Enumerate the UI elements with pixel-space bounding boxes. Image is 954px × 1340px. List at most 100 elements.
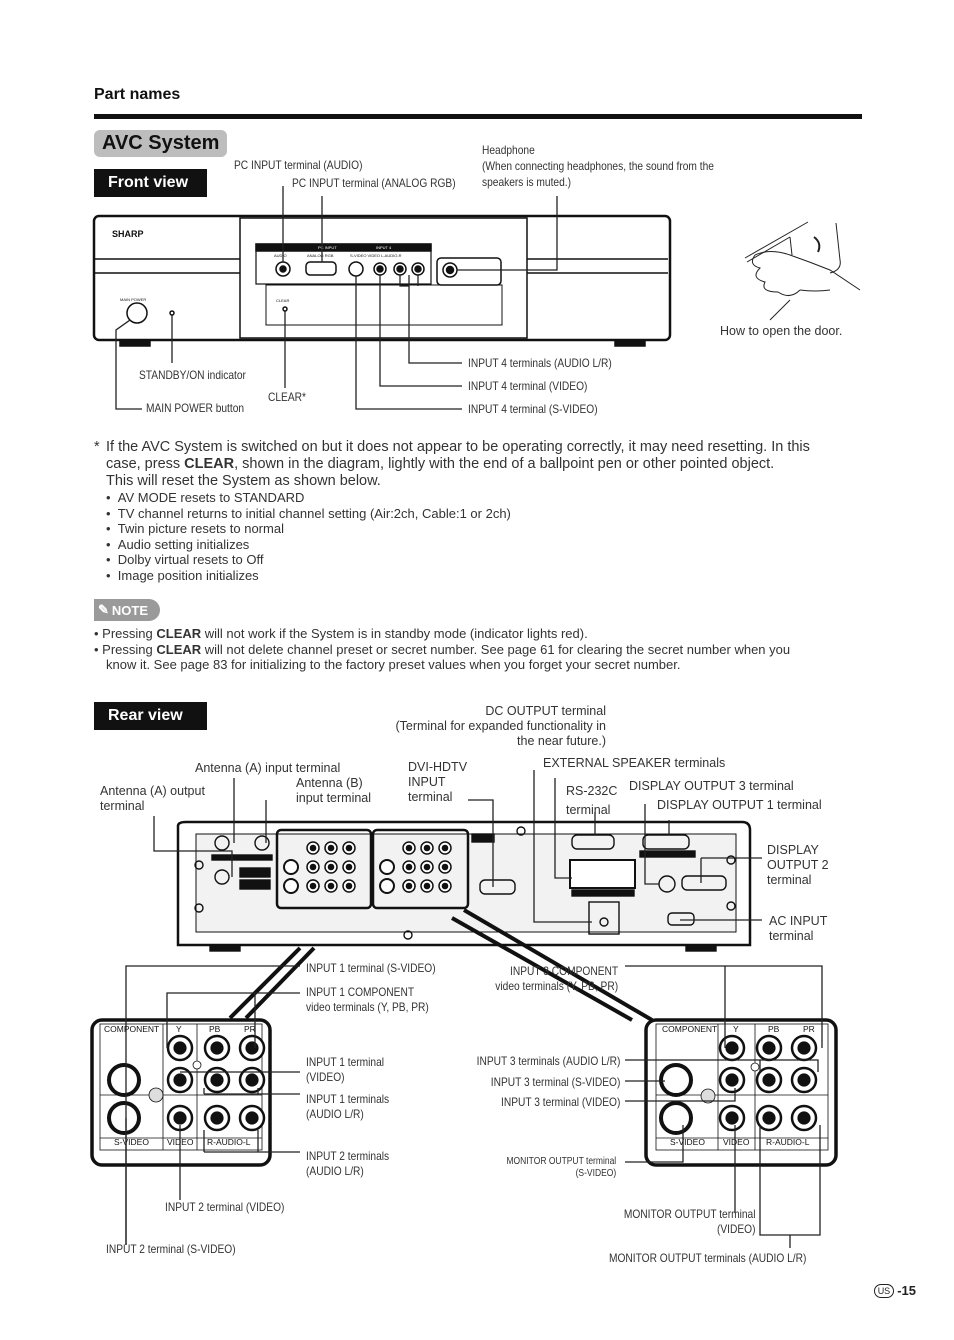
svg-text:INPUT 4: INPUT 4 (376, 245, 392, 250)
rca-jack-icon (203, 1066, 231, 1094)
rca-jack-icon (755, 1066, 783, 1094)
label-input4-video: INPUT 4 terminal (VIDEO) (468, 379, 588, 393)
rca-jack-icon (166, 1066, 194, 1094)
reset-line-2: case, press CLEAR, shown in the diagram,… (106, 456, 866, 473)
svg-text:S-VIDEO VIDEO L-AUDIO-R: S-VIDEO VIDEO L-AUDIO-R (350, 253, 402, 258)
svg-text:Y: Y (176, 1024, 182, 1034)
rca-jack-icon (420, 841, 434, 855)
detail-right-text: COMPONENT Y PB PR S-VIDEO VIDEO R-AUDIO-L (662, 1024, 815, 1147)
label-input3-audio: INPUT 3 terminals (AUDIO L/R) (476, 1054, 621, 1068)
rca-jack-icon (238, 1066, 266, 1094)
note-item: • Pressing CLEAR will not work if the Sy… (94, 626, 588, 641)
rca-jack-icon (755, 1034, 783, 1062)
reset-line-1: If the AVC System is switched on but it … (106, 439, 810, 455)
label-clear-button: CLEAR* (268, 390, 306, 404)
detail-right-jacks (659, 1034, 818, 1135)
rca-jack-icon (718, 1066, 746, 1094)
label-input2-svideo: INPUT 2 terminal (S-VIDEO) (106, 1242, 236, 1256)
label-ac-input: AC INPUT terminal (769, 914, 828, 943)
svg-text:PR: PR (803, 1024, 815, 1034)
rca-jack-icon (420, 860, 434, 874)
svg-text:VIDEO: VIDEO (723, 1137, 750, 1147)
label-display-output-1: DISPLAY OUTPUT 1 terminal (657, 798, 822, 812)
svg-text:ANALOG RGB: ANALOG RGB (307, 253, 334, 258)
detail-left-jacks (107, 1034, 266, 1135)
reset-bullet: • Twin picture resets to normal (106, 521, 284, 536)
svg-text:CLEAR: CLEAR (276, 298, 289, 303)
label-monitor-output-audio: MONITOR OUTPUT terminals (AUDIO L/R) (609, 1251, 807, 1265)
page-number-text: -15 (897, 1283, 916, 1298)
s-video-jack-icon (283, 859, 299, 875)
detail-left-panel (90, 946, 316, 1167)
note-item: • Pressing CLEAR will not delete channel… (94, 641, 791, 657)
label-headphone-note-1: (When connecting headphones, the sound f… (482, 159, 714, 173)
rear-panel-jacks (283, 841, 452, 894)
rca-jack-icon (342, 879, 356, 893)
rca-jack-icon (306, 879, 320, 893)
label-display-output-2: DISPLAY OUTPUT 2 terminal (767, 843, 829, 887)
rca-jack-icon (438, 860, 452, 874)
label-input3-svideo: INPUT 3 terminal (S-VIDEO) (490, 1075, 621, 1089)
rca-jack-icon (342, 860, 356, 874)
reset-line-2-pre: case, press (106, 456, 185, 472)
reset-line-2-post: , shown in the diagram, lightly with the… (234, 456, 775, 472)
reset-bullet: • Image position initializes (106, 567, 259, 583)
rca-jack-icon (790, 1104, 818, 1132)
s-video-jack-icon (379, 878, 395, 894)
reset-paragraph: If the AVC System is switched on but it … (106, 439, 866, 490)
reset-line-3: This will reset the System as shown belo… (106, 473, 381, 489)
rca-jack-icon (402, 860, 416, 874)
note-badge: ✎ NOTE (94, 599, 160, 621)
label-antenna-a-output: Antenna (A) output terminal (100, 784, 205, 813)
rca-jack-icon (324, 860, 338, 874)
front-panel-device (92, 214, 672, 347)
section-title: Part names (94, 86, 181, 103)
reset-bullet: • Audio setting initializes (106, 536, 250, 552)
label-pc-input-audio: PC INPUT terminal (AUDIO) (234, 158, 363, 172)
rca-jack-icon (718, 1034, 746, 1062)
label-headphone-note-2: speakers is muted.) (482, 175, 572, 189)
rca-jack-icon (306, 860, 320, 874)
label-input3-component: INPUT 3 COMPONENT video terminals (Y, PB,… (495, 964, 619, 993)
label-input4-audio: INPUT 4 terminals (AUDIO L/R) (468, 356, 612, 370)
svg-text:PB: PB (768, 1024, 780, 1034)
asterisk-mark: * (94, 439, 100, 455)
front-device-text: SHARP MAIN POWER PC INPUT INPUT 4 AUDIO … (112, 229, 402, 303)
svg-text:S-VIDEO: S-VIDEO (670, 1137, 705, 1147)
paperclip-icon: ✎ (98, 602, 109, 617)
label-input2-video: INPUT 2 terminal (VIDEO) (165, 1200, 285, 1214)
label-main-power-button: MAIN POWER button (146, 401, 245, 415)
rca-jack-icon (755, 1104, 783, 1132)
svg-text:AUDIO: AUDIO (274, 253, 287, 258)
rca-jack-icon (306, 841, 320, 855)
svg-text:COMPONENT: COMPONENT (662, 1024, 717, 1034)
door-hand-illustration (744, 221, 861, 321)
label-display-output-3: DISPLAY OUTPUT 3 terminal (629, 779, 794, 793)
rear-view-tag: Rear view (94, 702, 207, 730)
svg-text:SHARP: SHARP (112, 229, 144, 239)
rca-jack-icon (324, 841, 338, 855)
svg-text:PB: PB (209, 1024, 221, 1034)
section-divider (94, 114, 862, 119)
svg-text:MAIN POWER: MAIN POWER (120, 297, 146, 302)
svg-text:R-AUDIO-L: R-AUDIO-L (207, 1137, 251, 1147)
page-number: US -15 (873, 1283, 916, 1298)
reset-bullet: • Dolby virtual resets to Off (106, 552, 264, 567)
svg-text:S-VIDEO: S-VIDEO (114, 1137, 149, 1147)
label-monitor-output-video: MONITOR OUTPUT terminal (VIDEO) (623, 1207, 756, 1236)
label-input4-svideo: INPUT 4 terminal (S-VIDEO) (468, 402, 598, 416)
label-input1-component: INPUT 1 COMPONENT video terminals (Y, PB,… (306, 985, 429, 1014)
s-video-jack-icon (107, 1101, 141, 1135)
label-input1-video: INPUT 1 terminal (VIDEO) (306, 1055, 385, 1084)
rear-panel-device (176, 820, 752, 952)
s-video-jack-icon (659, 1101, 693, 1135)
rca-jack-icon (306, 879, 320, 893)
detail-right-leaders (625, 965, 823, 1248)
s-video-jack-icon (107, 1063, 141, 1097)
rca-jack-icon (402, 879, 416, 893)
label-input1-audio: INPUT 1 terminals (AUDIO L/R) (306, 1092, 390, 1121)
svg-text:Y: Y (733, 1024, 739, 1034)
front-view-tag: Front view (94, 169, 207, 197)
label-external-speaker: EXTERNAL SPEAKER terminals (543, 756, 726, 770)
label-antenna-b-input: Antenna (B) input terminal (296, 776, 372, 805)
